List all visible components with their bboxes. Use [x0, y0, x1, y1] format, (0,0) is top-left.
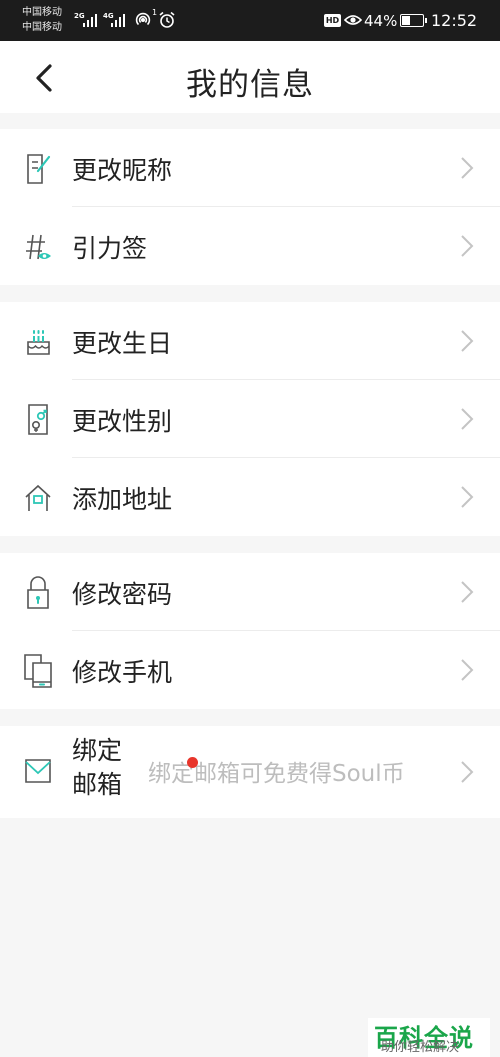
- settings-group-3: 修改密码 修改手机: [0, 553, 500, 709]
- hd-badge: HD: [324, 14, 341, 27]
- row-gravity-tag[interactable]: 引力签: [0, 207, 500, 285]
- phone-icon: [24, 654, 52, 688]
- row-bind-email[interactable]: 绑定邮箱 绑定邮箱可免费得Soul币: [0, 726, 500, 818]
- row-label: 修改手机: [72, 658, 173, 687]
- chevron-right-icon: [461, 581, 474, 603]
- hotspot-icon: [135, 12, 151, 26]
- gender-icon: [28, 404, 48, 435]
- signal-icon-2: [111, 14, 125, 27]
- chevron-right-icon: [461, 486, 474, 508]
- mail-icon: [25, 759, 51, 783]
- settings-group-4: 绑定邮箱 绑定邮箱可免费得Soul币: [0, 726, 500, 818]
- row-label: 引力签: [72, 234, 148, 263]
- status-time: 12:52: [431, 11, 478, 30]
- email-reward-hint: 绑定邮箱可免费得Soul币: [148, 761, 405, 787]
- hashtag-eye-icon: [26, 234, 51, 260]
- row-label: 绑定邮箱: [72, 736, 123, 799]
- row-change-password[interactable]: 修改密码: [0, 553, 500, 631]
- row-change-birthday[interactable]: 更改生日: [0, 302, 500, 380]
- edit-note-icon: [27, 154, 51, 184]
- row-change-gender[interactable]: 更改性别: [0, 380, 500, 458]
- row-change-phone[interactable]: 修改手机: [0, 631, 500, 709]
- alarm-icon: [159, 11, 175, 28]
- row-label: 修改密码: [72, 580, 173, 609]
- nav-header: 我的信息: [0, 41, 500, 113]
- row-label: 更改生日: [72, 329, 173, 358]
- watermark-subtitle: 助你轻松解决: [381, 1040, 460, 1055]
- signal-icon: [83, 14, 97, 27]
- settings-group-1: 更改昵称 引力签: [0, 129, 500, 285]
- chevron-right-icon: [461, 157, 474, 179]
- home-icon: [25, 484, 51, 511]
- status-bar: 中国移动 中国移动 2G 4G 1 HD 44% 12:52: [0, 0, 500, 41]
- battery-percent: 44%: [364, 12, 398, 30]
- chevron-right-icon: [461, 330, 474, 352]
- battery-icon: [400, 14, 427, 27]
- row-label: 更改性别: [72, 407, 173, 436]
- eye-comfort-icon: [344, 15, 362, 25]
- carrier-label-1: 中国移动: [22, 7, 62, 18]
- row-label: 更改昵称: [72, 156, 173, 185]
- row-label: 添加地址: [72, 485, 173, 514]
- cake-icon: [27, 330, 50, 355]
- page-title: 我的信息: [186, 67, 314, 103]
- chevron-right-icon: [461, 761, 474, 783]
- chevron-right-icon: [461, 659, 474, 681]
- settings-group-2: 更改生日 更改性别 添加地址: [0, 302, 500, 536]
- row-add-address[interactable]: 添加地址: [0, 458, 500, 536]
- chevron-right-icon: [461, 235, 474, 257]
- battery-fill: [402, 16, 410, 25]
- carrier-label-2: 中国移动: [22, 22, 62, 33]
- hotspot-count: 1: [152, 8, 158, 17]
- chevron-right-icon: [461, 408, 474, 430]
- row-change-nickname[interactable]: 更改昵称: [0, 129, 500, 207]
- notification-dot: [187, 757, 198, 768]
- lock-icon: [27, 576, 49, 609]
